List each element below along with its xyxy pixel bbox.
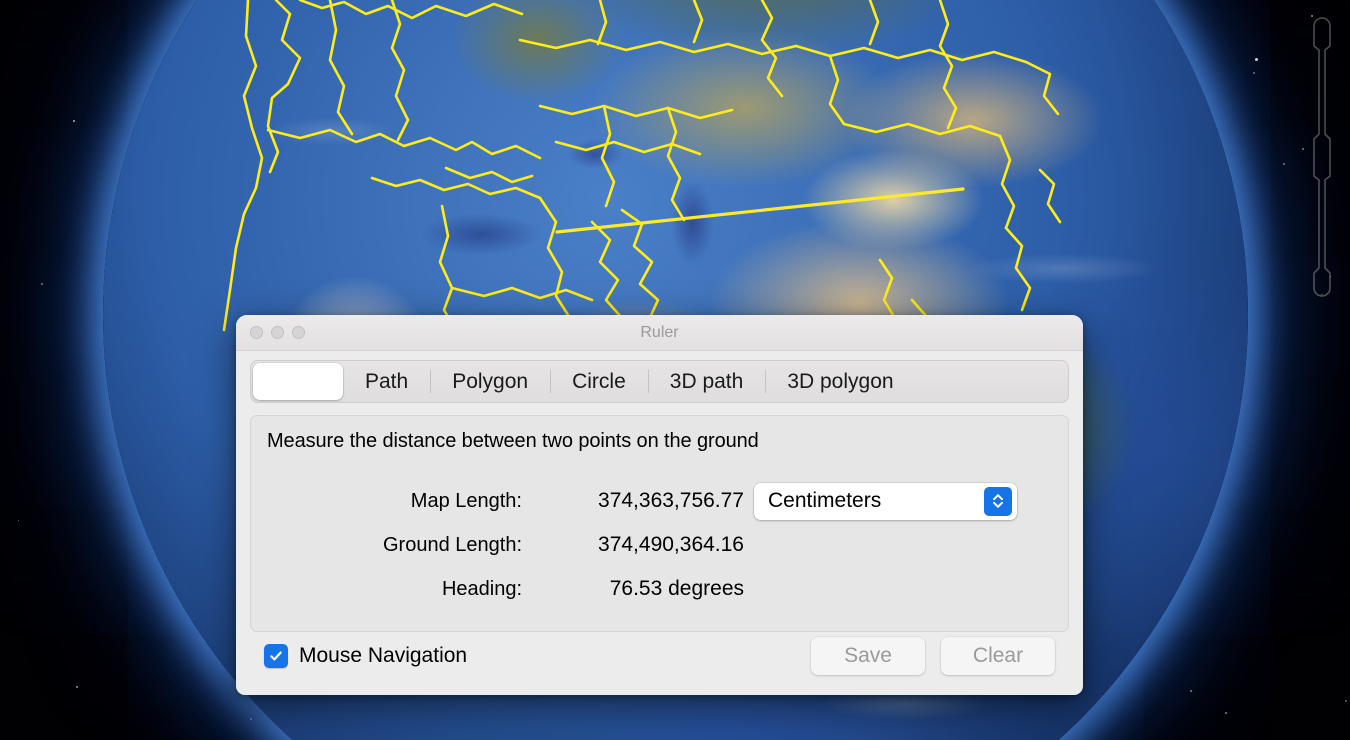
row-map-length: Map Length: 374,363,756.77 Centimeters xyxy=(267,479,1052,523)
unit-select-value: Centimeters xyxy=(768,489,881,513)
ground-length-value: 374,490,364.16 xyxy=(532,533,744,557)
heading-label: Heading: xyxy=(267,578,532,601)
tab-circle[interactable]: Circle xyxy=(550,361,648,402)
tab-3d-path-label: 3D path xyxy=(670,370,744,394)
measurement-panel: Measure the distance between two points … xyxy=(250,415,1069,632)
unit-select[interactable]: Centimeters xyxy=(754,483,1017,520)
map-length-label: Map Length: xyxy=(267,490,532,513)
mouse-navigation-checkbox[interactable]: Mouse Navigation xyxy=(264,644,467,668)
tab-path[interactable]: Path xyxy=(343,361,430,402)
save-button[interactable]: Save xyxy=(811,637,925,675)
tab-3d-polygon-label: 3D polygon xyxy=(787,370,893,394)
window-footer: Mouse Navigation Save Clear xyxy=(236,617,1083,695)
zoom-button[interactable] xyxy=(292,326,305,339)
map-length-value: 374,363,756.77 xyxy=(532,489,744,513)
heading-value: 76.53 degrees xyxy=(532,577,744,601)
chevron-up-down-icon[interactable] xyxy=(984,487,1012,516)
checkmark-icon[interactable] xyxy=(264,644,288,668)
zoom-slider[interactable] xyxy=(1302,6,1342,306)
screen: Ruler Path Polygon Circle 3D path 3D pol… xyxy=(0,0,1350,740)
panel-description: Measure the distance between two points … xyxy=(267,430,1052,453)
traffic-lights xyxy=(250,326,305,339)
ruler-window[interactable]: Ruler Path Polygon Circle 3D path 3D pol… xyxy=(236,315,1083,695)
measurement-mode-tabs[interactable]: Path Polygon Circle 3D path 3D polygon xyxy=(250,360,1069,403)
mouse-navigation-label: Mouse Navigation xyxy=(299,644,467,668)
tab-path-label: Path xyxy=(365,370,408,394)
tab-polygon-label: Polygon xyxy=(452,370,528,394)
row-ground-length: Ground Length: 374,490,364.16 xyxy=(267,523,1052,567)
ground-length-label: Ground Length: xyxy=(267,534,532,557)
tab-3d-polygon[interactable]: 3D polygon xyxy=(765,361,915,402)
measurement-rows: Map Length: 374,363,756.77 Centimeters xyxy=(267,479,1052,611)
window-titlebar[interactable]: Ruler xyxy=(236,315,1083,351)
tab-3d-path[interactable]: 3D path xyxy=(648,361,766,402)
tab-line[interactable] xyxy=(253,363,343,400)
window-title: Ruler xyxy=(236,315,1083,351)
save-button-label: Save xyxy=(844,644,892,668)
tab-polygon[interactable]: Polygon xyxy=(430,361,550,402)
clear-button-label: Clear xyxy=(973,644,1023,668)
minimize-button[interactable] xyxy=(271,326,284,339)
row-heading: Heading: 76.53 degrees xyxy=(267,567,1052,611)
tab-circle-label: Circle xyxy=(572,370,626,394)
close-button[interactable] xyxy=(250,326,263,339)
clear-button[interactable]: Clear xyxy=(941,637,1055,675)
